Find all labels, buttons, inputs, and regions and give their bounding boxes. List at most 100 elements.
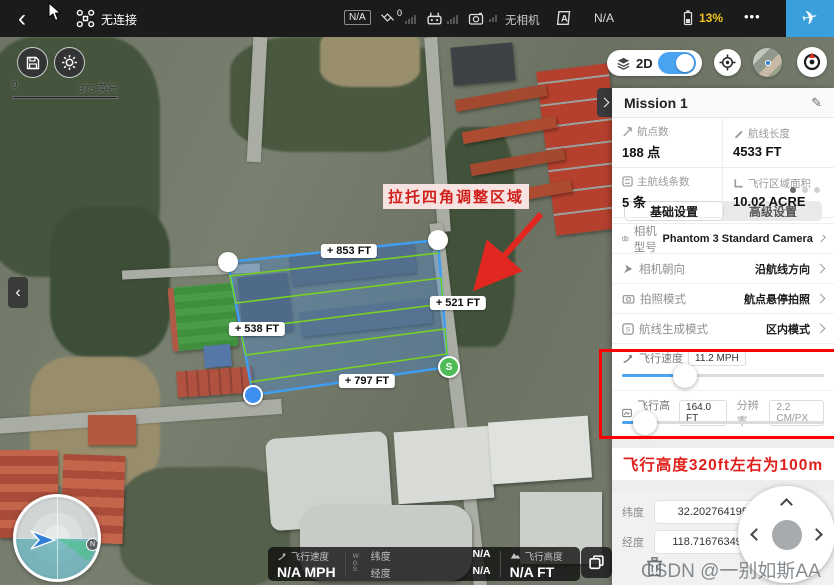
svg-text:S: S	[626, 326, 631, 333]
dpad-center-button[interactable]	[772, 520, 802, 550]
page-dot-active[interactable]	[790, 187, 796, 193]
scale-bar-line	[12, 96, 118, 99]
map-white-building	[394, 426, 495, 505]
battery-percent: 13%	[699, 11, 723, 25]
back-button[interactable]: ‹	[10, 2, 34, 35]
map-ground	[320, 37, 420, 87]
edit-mission-icon[interactable]: ✎	[811, 95, 822, 111]
scale-end: 375 英尺	[79, 80, 118, 95]
2d-label: 2D	[636, 56, 653, 71]
aircraft-arrow-icon	[29, 529, 59, 551]
mission-settings-button[interactable]	[54, 47, 85, 78]
edge-length-label[interactable]: +538 FT	[229, 322, 285, 336]
satellite-icon	[380, 10, 395, 25]
setting-camera-heading[interactable]: 相机朝向沿航线方向	[612, 254, 834, 284]
route-lines-icon	[622, 176, 633, 187]
save-mission-button[interactable]	[17, 47, 48, 78]
save-icon	[25, 55, 41, 71]
panel-spacer	[612, 438, 834, 448]
area-handle-top-right[interactable]	[428, 230, 448, 250]
wgs-label: WGS	[353, 554, 362, 574]
locate-me-button[interactable]	[714, 49, 741, 76]
flight-mode-badge: N/A	[344, 10, 371, 25]
page-dot[interactable]	[802, 187, 808, 193]
duplicate-mission-button[interactable]	[581, 547, 612, 578]
dpad-left-button[interactable]	[750, 528, 763, 541]
latitude-label: 纬度	[622, 504, 648, 520]
camera-icon	[622, 232, 629, 245]
layers-icon	[616, 56, 631, 71]
plane-icon: ✈	[800, 6, 820, 32]
dpad-up-button[interactable]	[780, 498, 793, 511]
map-dark-building	[450, 42, 515, 85]
chevron-right-icon	[816, 264, 826, 274]
dpad-right-button[interactable]	[810, 528, 823, 541]
stat-main-lines: 主航线条数 5 条	[612, 168, 723, 218]
edge-length-label[interactable]: +521 FT	[430, 296, 486, 310]
area-handle-bottom-left[interactable]	[243, 385, 263, 405]
rc-signal-bars	[447, 15, 458, 24]
route-mode-icon: S	[622, 323, 634, 335]
longitude-label: 经度	[622, 534, 648, 550]
edge-length-label[interactable]: +853 FT	[321, 244, 377, 258]
toggle-knob	[676, 54, 694, 72]
gear-icon	[61, 54, 78, 71]
panel-collapse-tab[interactable]	[597, 88, 612, 117]
left-panel-collapse-button[interactable]: ‹	[8, 277, 28, 308]
top-status-bar: ‹ 无连接 N/A 0 无相机 A N/A 13% ••• ✈	[0, 0, 834, 37]
plus-icon: +	[345, 375, 351, 387]
altitude-icon	[622, 407, 632, 419]
start-point-marker[interactable]: S	[438, 356, 460, 378]
mission-stats: 航点数 188 点 航线长度 4533 FT 主航线条数 5 条 飞行区域面积 …	[612, 118, 834, 198]
telemetry-altitude: 飞行高度 N/A FT	[501, 547, 572, 581]
speed-icon	[277, 551, 287, 561]
setting-capture-mode[interactable]: 拍照模式航点悬停拍照	[612, 284, 834, 314]
altitude-slider-thumb[interactable]	[633, 411, 657, 435]
map-trees	[120, 467, 290, 585]
drone-mission-planner: { "icons": {"back": "‹", "more": "•••", …	[0, 0, 834, 585]
compass-attitude-widget: N	[13, 494, 101, 582]
map-building	[299, 298, 433, 337]
edge-length-label[interactable]: +797 FT	[339, 374, 395, 388]
compass-north-badge: N	[86, 538, 99, 551]
aircraft-heading-button[interactable]	[797, 47, 827, 77]
ruler-icon	[733, 178, 744, 189]
camera-icon	[468, 11, 484, 26]
map-red-houses	[88, 415, 136, 445]
stats-page-dots[interactable]	[790, 187, 820, 193]
chevron-right-icon	[816, 324, 826, 334]
speed-slider-row: 飞行速度 11.2 MPH	[612, 344, 834, 391]
area-handle-top-left[interactable]	[218, 252, 238, 272]
crosshair-icon	[719, 54, 736, 71]
watermark: CSDN @一别如斯AA	[641, 556, 821, 583]
start-marker-letter: S	[446, 362, 453, 373]
telemetry-bar: 飞行速度 N/A MPH WGS 纬度N/A 经度N/A 飞行高度 N/A FT	[268, 547, 580, 581]
scale-start: 0	[12, 80, 18, 95]
minimap-position-dot	[765, 60, 771, 66]
gps-signal-bars	[405, 15, 416, 24]
stat-route-length: 航线长度 4533 FT	[723, 118, 834, 168]
speed-slider-thumb[interactable]	[673, 364, 697, 388]
page-dot[interactable]	[814, 187, 820, 193]
stat-waypoints: 航点数 188 点	[612, 118, 723, 168]
camera-icon	[622, 292, 635, 305]
more-menu-button[interactable]: •••	[744, 9, 761, 24]
plus-icon: +	[327, 245, 333, 257]
map-red-roof	[462, 116, 558, 144]
setting-route-mode[interactable]: S 航线生成模式区内模式	[612, 314, 834, 344]
speed-value: 11.2 MPH	[688, 351, 746, 366]
drone-icon	[76, 9, 95, 28]
rc-battery-status: N/A	[594, 11, 614, 25]
map-white-building	[488, 416, 592, 485]
minimap-button[interactable]	[753, 48, 782, 77]
speed-slider-track[interactable]	[622, 374, 824, 377]
clipboard-status-icon: A	[556, 9, 573, 27]
setting-camera-model[interactable]: 相机型号Phantom 3 Standard Camera	[612, 224, 834, 254]
map-soccer-field	[167, 282, 238, 352]
telemetry-coords: 纬度N/A 经度N/A	[362, 547, 500, 581]
svg-text:A: A	[561, 14, 568, 25]
takeoff-button[interactable]: ✈	[786, 0, 834, 37]
2d-toggle[interactable]	[658, 52, 696, 74]
tutorial-note: 飞行高度320ft左右为100m	[612, 448, 834, 480]
map-trees	[50, 207, 170, 357]
